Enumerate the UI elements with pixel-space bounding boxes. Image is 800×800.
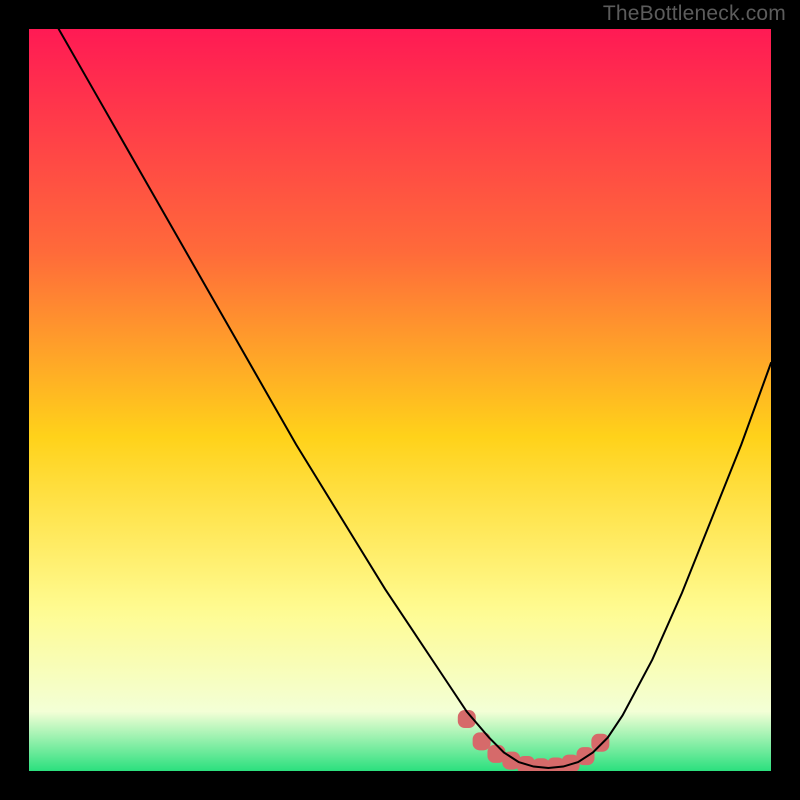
bottleneck-chart	[29, 29, 771, 771]
chart-frame: TheBottleneck.com	[0, 0, 800, 800]
watermark-text: TheBottleneck.com	[603, 2, 786, 26]
fit-marker	[591, 734, 609, 752]
plot-area	[29, 29, 771, 771]
gradient-background	[29, 29, 771, 771]
